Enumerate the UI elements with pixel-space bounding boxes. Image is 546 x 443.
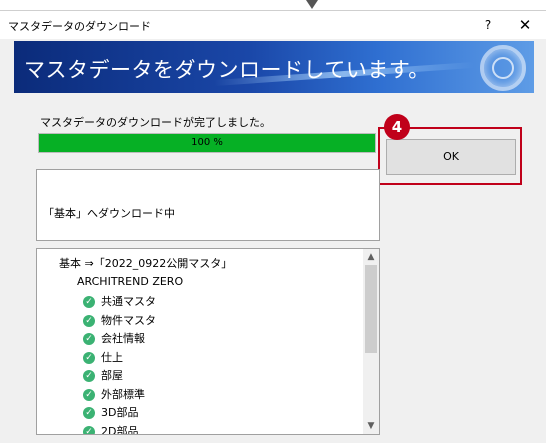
banner-ring-inner-graphic: [492, 57, 514, 79]
scroll-up-arrow-icon[interactable]: ▲: [363, 249, 379, 265]
scroll-thumb[interactable]: [365, 265, 377, 353]
progress-label: 100 %: [191, 137, 223, 148]
tree-item: ✓ 3D部品: [83, 404, 138, 422]
close-button[interactable]: ✕: [514, 15, 536, 35]
check-circle-icon: ✓: [83, 370, 95, 382]
check-circle-icon: ✓: [83, 425, 95, 434]
title-bar: マスタデータのダウンロード ? ✕: [0, 11, 546, 39]
tree-item: ✓ 会社情報: [83, 330, 145, 348]
tree-item: ✓ 外部標準: [83, 386, 145, 404]
tree-group-item: ARCHITREND ZERO: [77, 275, 184, 288]
pointer-arrow-icon: [306, 0, 318, 9]
message-text: 「基本」へダウンロード中: [43, 207, 175, 220]
header-banner: マスタデータをダウンロードしています。: [14, 41, 534, 93]
tree-item: ✓ 物件マスタ: [83, 312, 156, 330]
step-badge: 4: [384, 114, 410, 140]
help-button[interactable]: ?: [478, 15, 498, 35]
tree-item-label: 部屋: [101, 369, 123, 382]
check-circle-icon: ✓: [83, 296, 95, 308]
download-dialog: マスタデータのダウンロード ? ✕ マスタデータをダウンロードしています。 マス…: [0, 10, 546, 443]
check-circle-icon: ✓: [83, 333, 95, 345]
tree-item-label: 3D部品: [101, 406, 139, 419]
check-circle-icon: ✓: [83, 314, 95, 327]
tree-item: ✓ 仕上: [83, 349, 123, 367]
check-circle-icon: ✓: [83, 351, 95, 364]
banner-text: マスタデータをダウンロードしています。: [24, 58, 430, 82]
tree-scrollbar[interactable]: ▲ ▼: [363, 249, 379, 434]
tree-item-label: 共通マスタ: [101, 295, 156, 308]
tree-item: ✓ 共通マスタ: [83, 293, 156, 311]
tree-item-label: 外部標準: [101, 387, 145, 401]
ok-button[interactable]: OK: [386, 139, 516, 175]
download-tree-list[interactable]: 基本 ⇒「2022_0922公開マスタ」 ARCHITREND ZERO ✓ 共通…: [36, 248, 380, 435]
tree-item-label: 会社情報: [101, 332, 145, 345]
check-circle-icon: ✓: [83, 407, 95, 419]
window-title: マスタデータのダウンロード: [8, 20, 151, 33]
check-circle-icon: ✓: [83, 388, 95, 401]
status-message: マスタデータのダウンロードが完了しました。: [40, 116, 271, 129]
tree-item: ✓ 2D部品: [83, 423, 139, 435]
tree-item-label: 物件マスタ: [101, 313, 156, 327]
progress-bar: 100 %: [38, 133, 376, 153]
tree-item-label: 仕上: [101, 350, 123, 364]
tree-item-label: 2D部品: [101, 424, 139, 435]
message-box: 「基本」へダウンロード中: [36, 169, 380, 241]
tree-item: ✓ 部屋: [83, 367, 123, 385]
scroll-down-arrow-icon[interactable]: ▼: [363, 418, 379, 434]
tree-root-item: 基本 ⇒「2022_0922公開マスタ」: [59, 257, 233, 270]
